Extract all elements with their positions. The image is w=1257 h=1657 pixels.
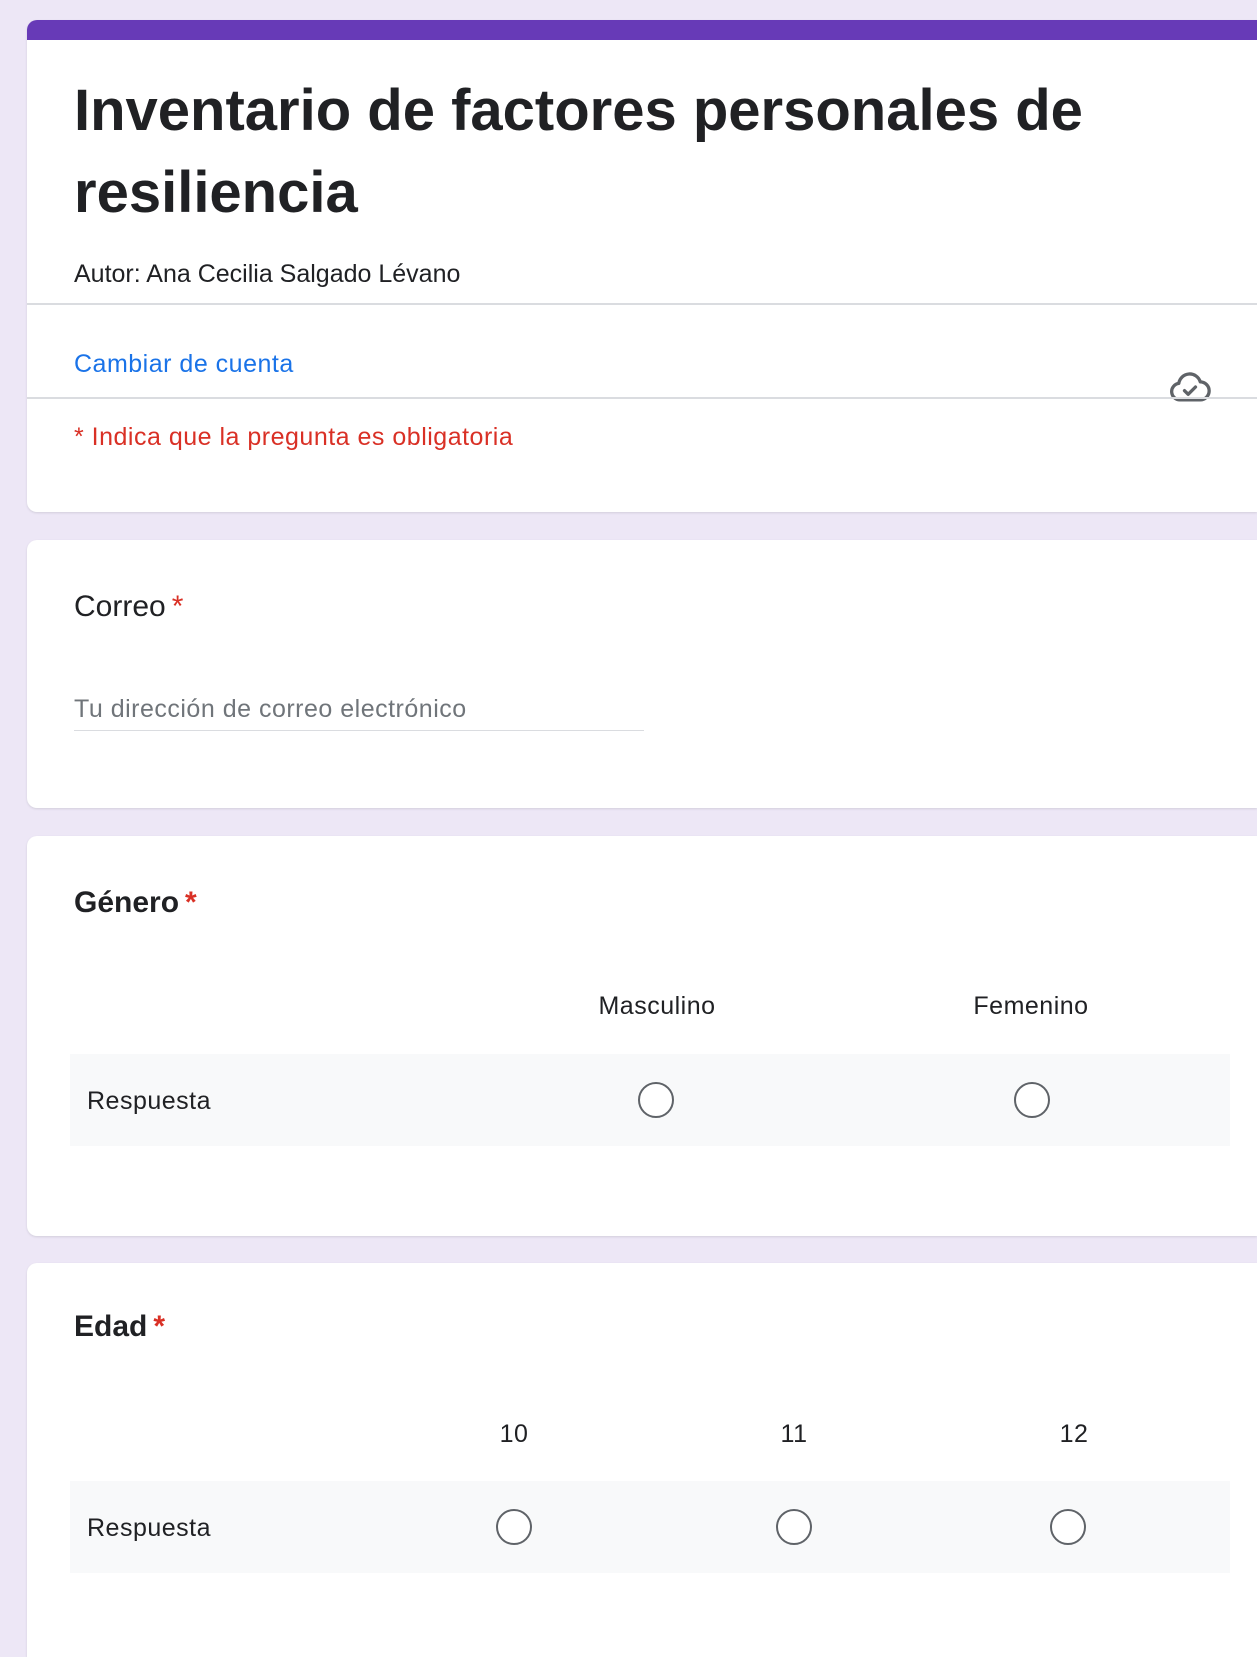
cloud-check-icon[interactable] xyxy=(1168,365,1212,409)
required-asterisk: * xyxy=(153,1310,166,1343)
form-title: Inventario de factores personales de res… xyxy=(74,78,1083,225)
radio-11[interactable] xyxy=(776,1509,812,1545)
radio-femenino[interactable] xyxy=(1014,1082,1050,1118)
question-card-email: Correo * xyxy=(27,540,1257,808)
question-title-email: Correo * xyxy=(74,590,183,624)
required-note: * Indica que la pregunta es obligatoria xyxy=(74,423,514,451)
email-input[interactable] xyxy=(74,688,644,731)
column-label-12: 12 xyxy=(1059,1420,1089,1448)
row-label: Respuesta xyxy=(87,1087,212,1115)
form-description: Autor: Ana Cecilia Salgado Lévano xyxy=(74,260,461,288)
divider xyxy=(27,397,1257,399)
row-label: Respuesta xyxy=(87,1514,212,1542)
question-card-age: Edad * 10 11 12 Respuesta xyxy=(27,1263,1257,1657)
divider xyxy=(27,303,1257,305)
question-title-gender: Género * xyxy=(74,886,197,920)
accent-bar xyxy=(27,20,1257,40)
column-label-femenino: Femenino xyxy=(973,992,1089,1020)
switch-account-link[interactable]: Cambiar de cuenta xyxy=(74,350,294,379)
radio-12[interactable] xyxy=(1050,1509,1086,1545)
question-title-age: Edad * xyxy=(74,1310,165,1344)
required-asterisk: * xyxy=(171,590,184,623)
column-label-10: 10 xyxy=(499,1420,529,1448)
required-asterisk: * xyxy=(185,886,197,919)
question-label: Género xyxy=(74,886,180,919)
radio-10[interactable] xyxy=(496,1509,532,1545)
form-header-card: Inventario de factores personales de res… xyxy=(27,20,1257,512)
radio-masculino[interactable] xyxy=(638,1082,674,1118)
column-label-11: 11 xyxy=(780,1420,808,1448)
question-label: Edad xyxy=(74,1310,148,1343)
question-label: Correo xyxy=(74,590,166,623)
column-label-masculino: Masculino xyxy=(598,992,716,1020)
question-card-gender: Género * Masculino Femenino Respuesta xyxy=(27,836,1257,1236)
